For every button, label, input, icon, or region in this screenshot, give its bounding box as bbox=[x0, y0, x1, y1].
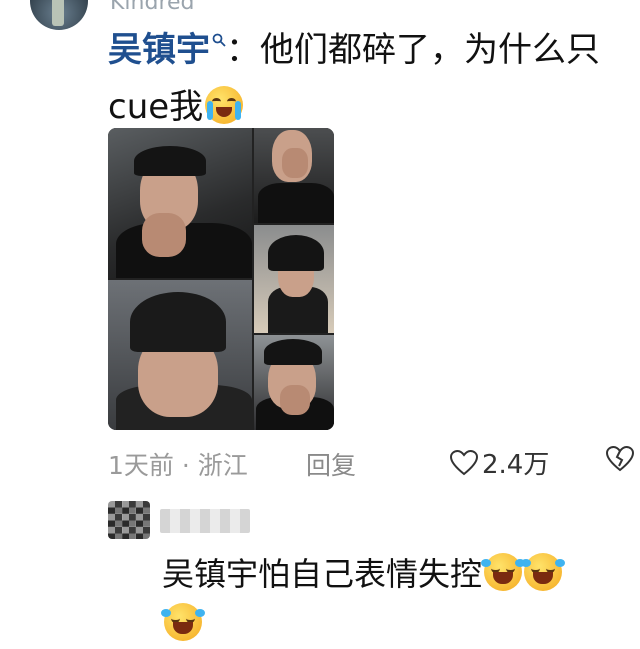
photo-cell bbox=[254, 128, 334, 223]
like-button[interactable]: 2.4万 bbox=[450, 444, 549, 481]
reply-body: 吴镇宇怕自己表情失控 bbox=[161, 549, 632, 649]
photo-cell bbox=[108, 280, 252, 430]
comment-body: 吴镇宇 ：他们都碎了，为什么只cue我 bbox=[108, 22, 633, 136]
reply-button[interactable]: 回复 bbox=[306, 446, 356, 482]
mention-link[interactable]: 吴镇宇 bbox=[108, 30, 210, 70]
like-count: 2.4万 bbox=[482, 450, 550, 480]
rolling-on-floor-laughing-icon bbox=[481, 553, 526, 591]
rolling-on-floor-laughing-icon bbox=[161, 603, 205, 641]
broken-heart-icon[interactable] bbox=[606, 446, 634, 472]
time-location: 1天前 · 浙江 bbox=[108, 451, 248, 480]
reply-avatar[interactable] bbox=[108, 501, 150, 539]
commenter-username[interactable]: Kindred bbox=[110, 0, 195, 15]
photo-cell bbox=[254, 335, 334, 430]
comment-image[interactable] bbox=[108, 128, 334, 430]
reply-username-blurred[interactable] bbox=[160, 509, 250, 533]
heart-icon[interactable] bbox=[450, 449, 478, 476]
reply-text: 吴镇宇怕自己表情失控 bbox=[162, 555, 483, 593]
loudly-crying-face-icon bbox=[205, 86, 244, 124]
photo-cell bbox=[108, 128, 252, 278]
comment-meta-row: 1天前 · 浙江 回复 2.4万 bbox=[108, 440, 640, 484]
search-icon[interactable] bbox=[212, 33, 226, 47]
rolling-on-floor-laughing-icon bbox=[521, 553, 566, 591]
commenter-avatar[interactable] bbox=[30, 0, 88, 30]
photo-cell bbox=[254, 225, 334, 333]
